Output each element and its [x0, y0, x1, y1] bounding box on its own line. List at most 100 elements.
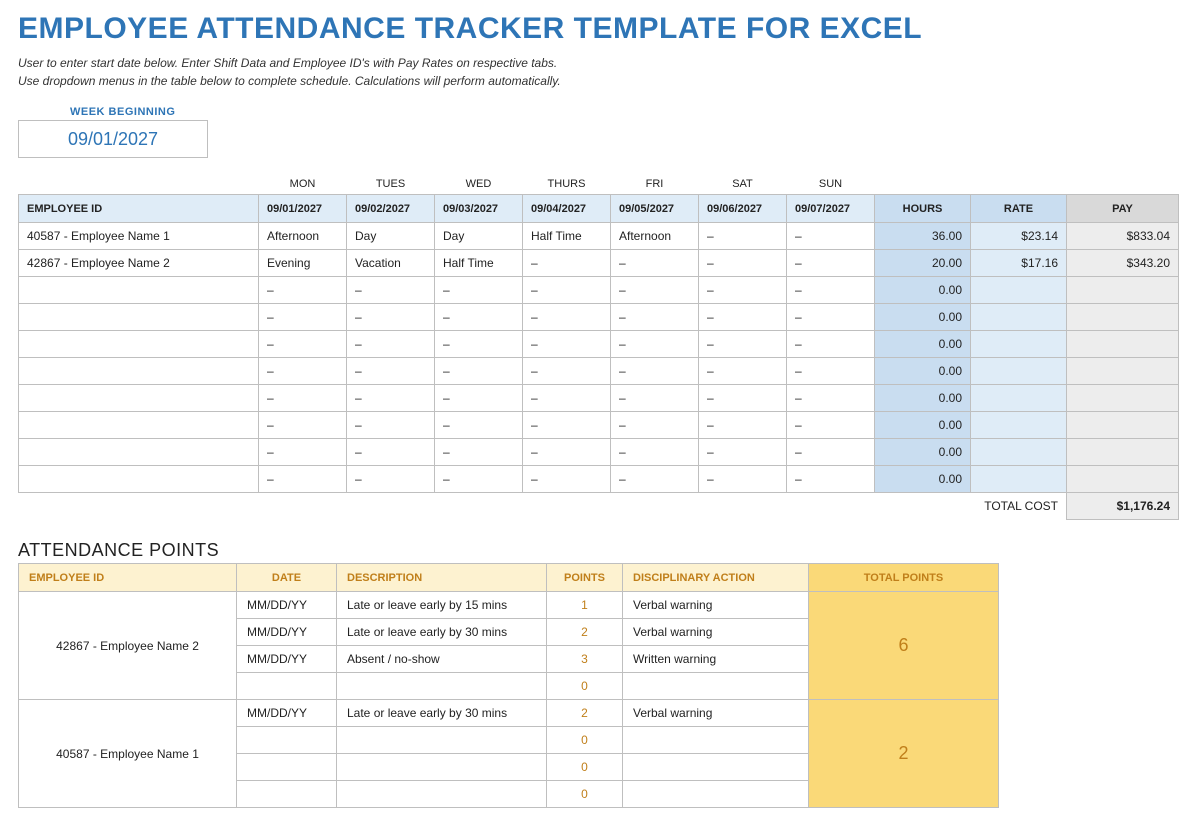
points-desc-cell[interactable]: Late or leave early by 15 mins [337, 592, 547, 619]
shift-cell[interactable]: – [523, 385, 611, 412]
employee-id-cell[interactable] [19, 358, 259, 385]
points-employee-cell[interactable]: 42867 - Employee Name 2 [19, 592, 237, 700]
shift-cell[interactable]: Half Time [523, 223, 611, 250]
points-desc-cell[interactable]: Late or leave early by 30 mins [337, 700, 547, 727]
shift-cell[interactable]: – [611, 331, 699, 358]
shift-cell[interactable]: – [347, 304, 435, 331]
points-date-cell[interactable] [237, 754, 337, 781]
shift-cell[interactable]: – [259, 331, 347, 358]
shift-cell[interactable]: – [347, 331, 435, 358]
shift-cell[interactable]: – [699, 331, 787, 358]
points-date-cell[interactable] [237, 727, 337, 754]
shift-cell[interactable]: – [787, 304, 875, 331]
shift-cell[interactable]: – [523, 331, 611, 358]
employee-id-cell[interactable] [19, 412, 259, 439]
points-desc-cell[interactable] [337, 673, 547, 700]
shift-cell[interactable]: – [611, 466, 699, 493]
employee-id-cell[interactable] [19, 385, 259, 412]
shift-cell[interactable]: – [523, 412, 611, 439]
shift-cell[interactable]: – [259, 358, 347, 385]
employee-id-cell[interactable] [19, 439, 259, 466]
points-action-cell[interactable] [623, 673, 809, 700]
points-action-cell[interactable]: Verbal warning [623, 700, 809, 727]
shift-cell[interactable]: – [787, 466, 875, 493]
points-date-cell[interactable]: MM/DD/YY [237, 619, 337, 646]
shift-cell[interactable]: – [787, 358, 875, 385]
points-date-cell[interactable] [237, 673, 337, 700]
points-desc-cell[interactable]: Absent / no-show [337, 646, 547, 673]
employee-id-cell[interactable] [19, 277, 259, 304]
shift-cell[interactable]: – [611, 304, 699, 331]
shift-cell[interactable]: – [611, 439, 699, 466]
shift-cell[interactable]: – [787, 439, 875, 466]
shift-cell[interactable]: – [699, 439, 787, 466]
shift-cell[interactable]: – [699, 304, 787, 331]
shift-cell[interactable]: – [699, 277, 787, 304]
shift-cell[interactable]: – [787, 250, 875, 277]
shift-cell[interactable]: – [347, 412, 435, 439]
shift-cell[interactable]: – [611, 385, 699, 412]
employee-id-cell[interactable]: 42867 - Employee Name 2 [19, 250, 259, 277]
shift-cell[interactable]: – [787, 385, 875, 412]
shift-cell[interactable]: – [435, 277, 523, 304]
shift-cell[interactable]: – [259, 385, 347, 412]
points-desc-cell[interactable]: Late or leave early by 30 mins [337, 619, 547, 646]
shift-cell[interactable]: – [611, 358, 699, 385]
shift-cell[interactable]: – [523, 358, 611, 385]
shift-cell[interactable]: – [787, 223, 875, 250]
shift-cell[interactable]: – [787, 277, 875, 304]
shift-cell[interactable]: – [259, 466, 347, 493]
points-action-cell[interactable] [623, 781, 809, 808]
points-desc-cell[interactable] [337, 781, 547, 808]
points-employee-cell[interactable]: 40587 - Employee Name 1 [19, 700, 237, 808]
shift-cell[interactable]: – [259, 277, 347, 304]
points-date-cell[interactable]: MM/DD/YY [237, 592, 337, 619]
shift-cell[interactable]: Evening [259, 250, 347, 277]
shift-cell[interactable]: – [347, 277, 435, 304]
points-action-cell[interactable] [623, 754, 809, 781]
shift-cell[interactable]: – [347, 385, 435, 412]
shift-cell[interactable]: – [347, 466, 435, 493]
points-date-cell[interactable]: MM/DD/YY [237, 646, 337, 673]
shift-cell[interactable]: – [435, 331, 523, 358]
shift-cell[interactable]: – [523, 304, 611, 331]
shift-cell[interactable]: – [611, 277, 699, 304]
points-desc-cell[interactable] [337, 727, 547, 754]
shift-cell[interactable]: – [787, 412, 875, 439]
shift-cell[interactable]: Afternoon [611, 223, 699, 250]
shift-cell[interactable]: – [611, 250, 699, 277]
shift-cell[interactable]: Half Time [435, 250, 523, 277]
shift-cell[interactable]: – [523, 439, 611, 466]
shift-cell[interactable]: Vacation [347, 250, 435, 277]
shift-cell[interactable]: – [611, 412, 699, 439]
employee-id-cell[interactable] [19, 331, 259, 358]
shift-cell[interactable]: – [435, 412, 523, 439]
shift-cell[interactable]: – [523, 277, 611, 304]
shift-cell[interactable]: – [523, 250, 611, 277]
shift-cell[interactable]: – [699, 466, 787, 493]
points-desc-cell[interactable] [337, 754, 547, 781]
points-action-cell[interactable]: Written warning [623, 646, 809, 673]
points-action-cell[interactable]: Verbal warning [623, 619, 809, 646]
shift-cell[interactable]: – [699, 358, 787, 385]
shift-cell[interactable]: Afternoon [259, 223, 347, 250]
shift-cell[interactable]: – [259, 439, 347, 466]
shift-cell[interactable]: – [435, 439, 523, 466]
shift-cell[interactable]: – [347, 358, 435, 385]
week-beginning-input[interactable]: 09/01/2027 [18, 120, 208, 158]
shift-cell[interactable]: Day [347, 223, 435, 250]
shift-cell[interactable]: – [787, 331, 875, 358]
employee-id-cell[interactable] [19, 466, 259, 493]
shift-cell[interactable]: – [435, 358, 523, 385]
shift-cell[interactable]: – [523, 466, 611, 493]
shift-cell[interactable]: – [699, 412, 787, 439]
shift-cell[interactable]: – [259, 412, 347, 439]
points-date-cell[interactable]: MM/DD/YY [237, 700, 337, 727]
points-action-cell[interactable]: Verbal warning [623, 592, 809, 619]
employee-id-cell[interactable]: 40587 - Employee Name 1 [19, 223, 259, 250]
shift-cell[interactable]: Day [435, 223, 523, 250]
shift-cell[interactable]: – [699, 223, 787, 250]
points-date-cell[interactable] [237, 781, 337, 808]
points-action-cell[interactable] [623, 727, 809, 754]
shift-cell[interactable]: – [435, 385, 523, 412]
